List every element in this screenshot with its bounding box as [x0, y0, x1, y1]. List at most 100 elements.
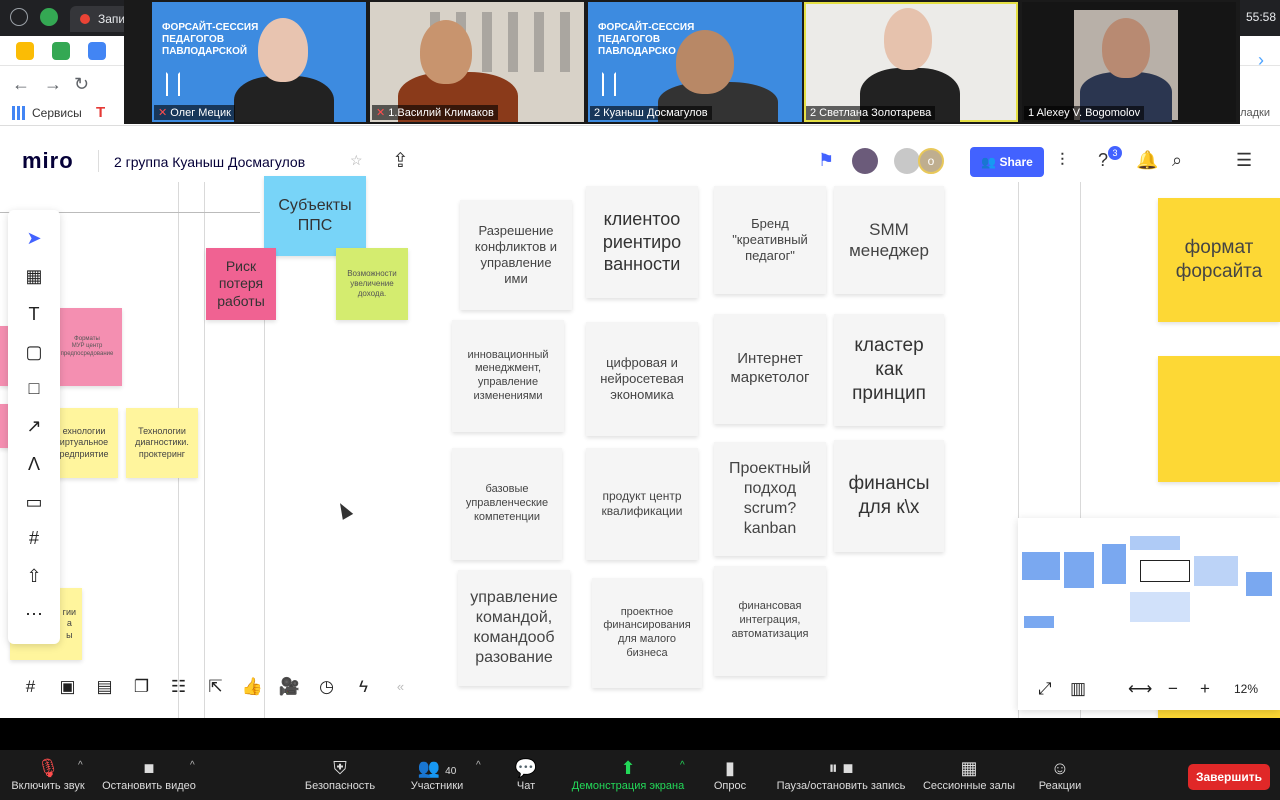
sticky-note[interactable]: финансы для к\х — [834, 440, 944, 552]
frame-icon[interactable]: # — [22, 526, 46, 550]
reactions-button[interactable]: ☺ Реакции — [1034, 758, 1086, 792]
comment-icon[interactable]: ▭ — [22, 490, 46, 514]
sticky-note[interactable]: управление командой, командооб разование — [458, 570, 570, 686]
help-icon[interactable]: ? — [1098, 150, 1108, 171]
sticky-note[interactable]: Форматы МУР центр предпосредование — [52, 308, 122, 386]
avatar[interactable] — [852, 148, 878, 174]
reload-icon[interactable]: ↻ — [74, 74, 89, 95]
zoom-level[interactable]: 12% — [1234, 682, 1258, 696]
bookmark-other[interactable]: кладки — [1235, 107, 1270, 119]
map-icon[interactable]: ▥ — [1070, 679, 1086, 699]
comments-icon[interactable]: ▤ — [92, 674, 117, 699]
sticky-note[interactable]: ехнологии иртуальное редприятие — [50, 408, 118, 478]
reactions-icon[interactable]: ⚑ — [818, 150, 834, 171]
participant-tile-active[interactable]: 2 Светлана Золотарева — [804, 2, 1018, 122]
miro-board[interactable]: miro 2 группа Куаныш Досмагулов ☆ ⇪ ⚑ o … — [0, 126, 1280, 718]
sticky-note[interactable]: инновационный менеджмент, управление изм… — [452, 320, 564, 432]
avatar[interactable]: o — [918, 148, 944, 174]
cards-icon[interactable]: ❐ — [129, 674, 154, 699]
record-control-button[interactable]: ⏸ ■ Пауза/остановить запись — [772, 758, 910, 792]
sticky-note-icon[interactable]: ▢ — [22, 340, 46, 364]
sticky-note[interactable]: Проектный подход scrum? kanban — [714, 442, 826, 556]
pen-icon[interactable]: Λ — [22, 452, 46, 476]
select-tool-icon[interactable]: ➤ — [22, 226, 46, 250]
shape-icon[interactable]: □ — [22, 376, 46, 400]
templates-icon[interactable]: ▦ — [22, 264, 46, 288]
star-icon[interactable]: ☆ — [350, 152, 363, 169]
sticky-note[interactable]: Субъекты ППС — [264, 176, 366, 256]
presentation-icon[interactable]: ▣ — [55, 674, 80, 699]
gallery-next-icon[interactable]: › — [1258, 50, 1264, 71]
unmute-button[interactable]: 🎙 Включить звук — [8, 758, 88, 792]
chevron-up-icon[interactable]: ^ — [476, 760, 481, 771]
share-button[interactable]: 👥 Share — [970, 147, 1044, 177]
vote-icon[interactable]: 👍 — [240, 674, 265, 699]
minimap-block — [1064, 552, 1094, 588]
chevron-up-icon[interactable]: ^ — [78, 760, 83, 771]
sticky-note[interactable]: клиентоо риентиро ванности — [586, 186, 698, 298]
sticky-note[interactable]: Риск потеря работы — [206, 248, 276, 320]
settings-sliders-icon[interactable]: ⫶ — [1060, 150, 1065, 171]
bookmark-t-icon[interactable]: T — [96, 104, 105, 121]
board-menu-icon[interactable]: ☰ — [1236, 150, 1252, 171]
minimap-viewport[interactable] — [1140, 560, 1190, 582]
chevron-up-icon[interactable]: ^ — [190, 760, 195, 771]
participant-tile[interactable]: ✕ 1.Василий Климаков — [370, 2, 584, 122]
upload-icon[interactable]: ⇧ — [22, 564, 46, 588]
zoom-in-icon[interactable]: + — [1200, 679, 1210, 699]
sticky-note[interactable]: Бренд "креативный педагог" — [714, 186, 826, 294]
sticky-note[interactable]: кластер как принцип — [834, 314, 944, 426]
list-icon[interactable]: ☷ — [166, 674, 191, 699]
end-meeting-button[interactable]: Завершить — [1188, 764, 1270, 790]
sticky-note[interactable]: проектное финансирования для малого бизн… — [592, 578, 702, 688]
drive-icon[interactable] — [88, 42, 106, 60]
sticky-note[interactable]: Разрешение конфликтов и управление ими — [460, 200, 572, 310]
stop-video-button[interactable]: ■ Остановить видео — [100, 758, 198, 792]
back-icon[interactable]: ← — [12, 74, 30, 95]
slide-text: ФОРСАЙТ-СЕССИЯ ПЕДАГОГОВ ПАВЛОДАРСКОЙ — [162, 22, 259, 57]
avatar[interactable] — [894, 148, 920, 174]
sticky-note[interactable]: Технологии диагностики. проктеринг — [126, 408, 198, 478]
sticky-note[interactable]: формат форсайта — [1158, 198, 1280, 322]
share-screen-button[interactable]: ⬆ Демонстрация экрана — [566, 758, 690, 792]
timer-icon[interactable]: ◷ — [314, 674, 339, 699]
miro-logo[interactable]: miro — [22, 148, 74, 174]
more-icon[interactable]: ⋯ — [22, 602, 46, 626]
sticky-note[interactable]: базовые управленческие компетенции — [452, 448, 562, 560]
search-icon[interactable]: ⌕ — [1172, 150, 1182, 171]
frames-icon[interactable]: # — [18, 674, 43, 699]
text-tool-icon[interactable]: T — [22, 302, 46, 326]
camera-icon: ■ — [143, 758, 155, 778]
forward-icon[interactable]: → — [44, 74, 62, 95]
bell-icon[interactable]: 🔔 — [1136, 150, 1158, 171]
security-button[interactable]: ⛨ Безопасность — [302, 758, 378, 792]
sticky-note[interactable]: Интернет маркетолог — [714, 314, 826, 424]
extension-icon[interactable] — [16, 42, 34, 60]
participants-button[interactable]: 👥 40 Участники — [406, 758, 468, 792]
sticky-note[interactable]: финансовая интеграция, автоматизация — [714, 566, 826, 676]
zoom-out-icon[interactable]: − — [1168, 679, 1178, 699]
lightning-icon[interactable]: ϟ — [351, 674, 376, 699]
sticky-note[interactable]: цифровая и нейросетевая экономика — [586, 322, 698, 436]
participant-tile[interactable]: ФОРСАЙТ-СЕССИЯ ПЕДАГОГОВ ПАВЛОДАРСКОЙ ✕ О… — [152, 2, 366, 122]
participant-tile[interactable]: ФОРСАЙТ-СЕССИЯ ПЕДАГОГОВ ПАВЛОДАРСКО 2 К… — [588, 2, 802, 122]
chevron-up-icon[interactable]: ^ — [680, 760, 685, 771]
fullscreen-icon[interactable]: ⤢ — [1038, 679, 1052, 699]
extension-icon[interactable] — [52, 42, 70, 60]
bookmark-services[interactable]: Сервисы — [12, 106, 82, 120]
chat-button[interactable]: 💬 Чат — [510, 758, 542, 792]
breakout-rooms-button[interactable]: ▦ Сессионные залы — [920, 758, 1018, 792]
participant-tile[interactable]: 1 Alexey V. Bogomolov — [1022, 2, 1236, 122]
video-call-icon[interactable]: 🎥 — [277, 674, 302, 699]
arrow-line-icon[interactable]: ↗ — [22, 414, 46, 438]
collapse-icon[interactable]: « — [388, 674, 413, 699]
poll-button[interactable]: ▮ Опрос — [710, 758, 750, 792]
share-screen-icon[interactable]: ⇱ — [203, 674, 228, 699]
sticky-note[interactable] — [1158, 356, 1280, 482]
fit-width-icon[interactable]: ⟷ — [1128, 679, 1152, 699]
sticky-note[interactable]: Возможности увеличение дохода. — [336, 248, 408, 320]
export-icon[interactable]: ⇪ — [392, 148, 409, 173]
sticky-note[interactable]: продукт центр квалификации — [586, 448, 698, 560]
sticky-note[interactable]: SMM менеджер — [834, 186, 944, 294]
board-title[interactable]: 2 группа Куаныш Досмагулов — [114, 154, 305, 170]
